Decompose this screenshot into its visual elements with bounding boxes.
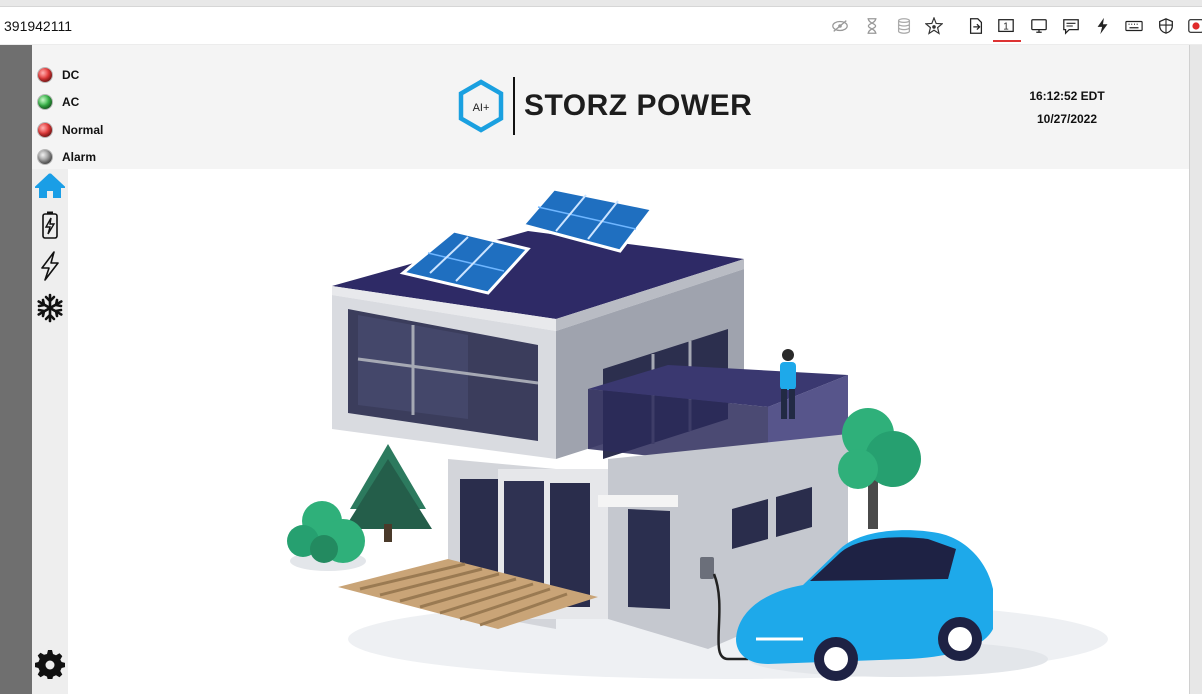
active-indicator (993, 40, 1021, 42)
status-item-normal: Normal (38, 116, 103, 144)
keyboard-icon[interactable] (1124, 16, 1144, 36)
sidebar-item-power[interactable] (35, 251, 65, 281)
main-content (68, 169, 1189, 694)
left-bush (287, 501, 366, 571)
brand-divider (513, 77, 515, 135)
comment-icon[interactable] (1061, 16, 1081, 36)
brand-logo: AI+ STORZ POWER (457, 77, 752, 135)
home-icon (35, 173, 65, 198)
status-indicators: DC AC Normal Alarm (38, 61, 103, 171)
status-item-alarm: Alarm (38, 144, 103, 172)
house (332, 187, 848, 661)
header: DC AC Normal Alarm AI+ STORZ POWER 16:12… (32, 45, 1189, 169)
sidebar (32, 169, 68, 694)
clock-date: 10/27/2022 (1036, 112, 1098, 126)
status-led-alarm (38, 150, 52, 165)
monitor-icon[interactable] (1029, 16, 1049, 36)
shield-icon[interactable] (1156, 16, 1176, 36)
gear-icon (35, 650, 65, 679)
address-text[interactable]: 391942111 (4, 18, 72, 34)
hexagon-logo-icon: AI+ (458, 79, 504, 133)
snowflake-icon (37, 293, 63, 323)
right-tree (838, 408, 921, 529)
star-icon[interactable] (924, 16, 944, 36)
record-icon[interactable] (1186, 16, 1202, 36)
battery-charging-icon (42, 211, 58, 239)
hourglass-icon[interactable] (862, 16, 882, 36)
logo-text: AI+ (473, 102, 490, 114)
clock: 16:12:52 EDT 10/27/2022 (992, 89, 1142, 135)
browser-top-strip (0, 0, 1202, 7)
sidebar-item-home[interactable] (35, 171, 65, 201)
left-gutter (0, 45, 32, 694)
status-item-dc: DC (38, 61, 103, 89)
status-label-ac: AC (62, 95, 80, 110)
lightning-icon[interactable] (1093, 16, 1113, 36)
export-icon[interactable] (966, 16, 986, 36)
lightning-bolt-icon (41, 251, 59, 281)
app-window: DC AC Normal Alarm AI+ STORZ POWER 16:12… (32, 45, 1189, 694)
right-scrollbar[interactable] (1189, 45, 1202, 694)
status-label-alarm: Alarm (62, 150, 97, 165)
brand-name: STORZ POWER (524, 89, 753, 122)
status-item-ac: AC (38, 89, 103, 117)
status-led-dc (38, 67, 52, 82)
house-solar-ev-illustration (287, 187, 1108, 681)
status-label-normal: Normal (62, 122, 104, 137)
status-label-dc: DC (62, 67, 80, 82)
svg-text:1: 1 (1003, 22, 1009, 33)
browser-toolbar: 391942111 1 (0, 7, 1202, 45)
sidebar-item-cooling[interactable] (35, 293, 65, 323)
page-number-icon[interactable]: 1 (996, 16, 1016, 36)
status-led-normal (38, 122, 52, 137)
sidebar-item-battery[interactable] (35, 210, 65, 240)
status-led-ac (38, 95, 52, 110)
eye-off-icon[interactable] (830, 16, 850, 36)
sidebar-item-settings[interactable] (35, 649, 65, 679)
database-icon[interactable] (894, 16, 914, 36)
clock-time: 16:12:52 EDT (1029, 89, 1105, 103)
